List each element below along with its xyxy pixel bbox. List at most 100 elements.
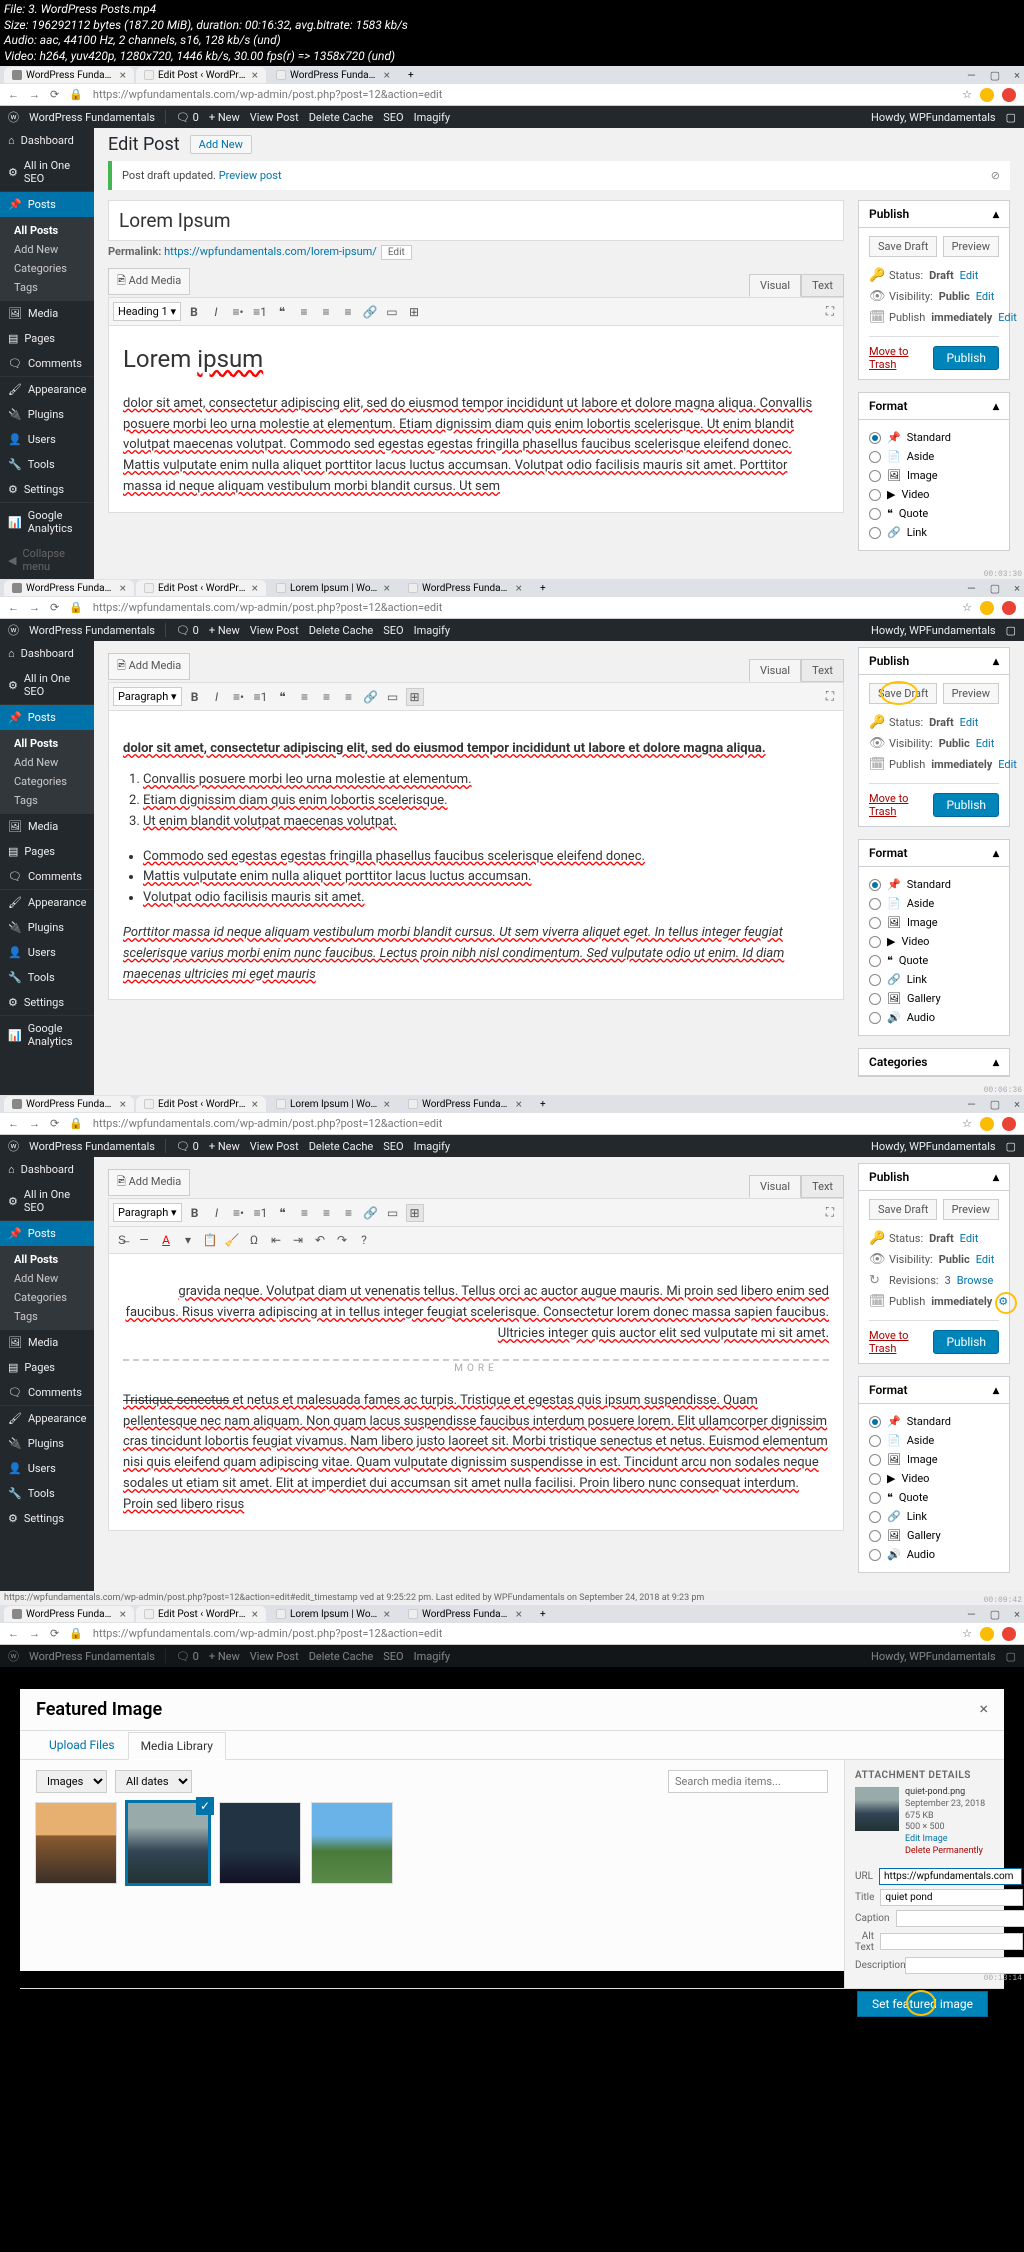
visual-editor[interactable]: gravida neque. Volutpat diam ut venenati… [108,1254,844,1530]
visual-editor[interactable]: Lorem ipsum dolor sit amet, consectetur … [108,326,844,512]
close-icon[interactable]: × [1014,69,1020,82]
save-draft-button[interactable]: Save Draft [869,236,937,257]
sidebar-item-users[interactable]: 👤Users [0,427,94,452]
edit-date-button[interactable]: ⚙ [998,1295,1008,1308]
sidebar-item-pages[interactable]: ▤Pages [0,326,94,351]
sidebar-sub-add-new[interactable]: Add New [14,240,94,259]
sidebar-item-media[interactable]: 🖼Media [0,301,94,326]
new-menu[interactable]: + New [209,111,240,124]
format-link[interactable]: 🔗Link [869,523,999,542]
wp-logo-icon[interactable]: ⓦ [8,109,19,125]
media-library-tab[interactable]: Media Library [128,1732,226,1760]
visual-editor[interactable]: dolor sit amet, consectetur adipiscing e… [108,711,844,1000]
sidebar-sub-categories[interactable]: Categories [14,259,94,278]
edit-permalink-button[interactable]: Edit [381,245,412,260]
bold-icon[interactable]: B [185,303,203,321]
more-icon[interactable]: ▭ [383,303,401,321]
view-post-link[interactable]: View Post [250,111,299,124]
bullet-list-icon[interactable]: ≡• [229,303,247,321]
sidebar-item-seo[interactable]: ⚙All in One SEO [0,153,94,192]
delete-cache-link[interactable]: Delete Cache [309,111,374,124]
minimize-icon[interactable]: — [967,69,976,82]
fullscreen-icon[interactable]: ⛶ [821,303,839,321]
avatar[interactable]: ▢ [1006,111,1016,124]
browse-revisions-link[interactable]: Browse [957,1274,994,1287]
toggle-row-icon[interactable]: ⊞ [405,303,423,321]
sidebar-item-dashboard[interactable]: ⌂Dashboard [0,128,94,153]
edit-date-link[interactable]: Edit [998,311,1017,324]
upload-files-tab[interactable]: Upload Files [36,1731,128,1759]
sidebar-item-collapse[interactable]: ◀Collapse menu [0,541,94,579]
sidebar-sub-all-posts[interactable]: All Posts [14,221,94,240]
sidebar-item-posts[interactable]: 📌Posts [0,705,94,730]
sidebar-item-appearance[interactable]: 🖌Appearance [0,377,94,402]
preview-button[interactable]: Preview [943,236,999,257]
browser-tab[interactable]: Edit Post ‹ WordPress Fundame…× [136,67,266,83]
toggle-icon[interactable]: ▴ [993,399,999,413]
italic-icon[interactable]: I [207,303,225,321]
type-filter[interactable]: Images [36,1770,107,1793]
sidebar-item-dashboard[interactable]: ⌂Dashboard [0,641,94,666]
format-aside[interactable]: 📄Aside [869,447,999,466]
post-title-input[interactable]: Lorem Ipsum [108,200,844,241]
site-name[interactable]: WordPress Fundamentals [29,111,155,124]
format-video[interactable]: ▶Video [869,485,999,504]
sidebar-item-seo[interactable]: ⚙All in One SEO [0,666,94,705]
profile-icon[interactable] [1002,88,1016,102]
align-center-icon[interactable]: ≡ [317,303,335,321]
number-list-icon[interactable]: ≡1 [251,303,269,321]
star-icon[interactable]: ☆ [962,88,972,101]
format-select[interactable]: Heading 1 ▾ [113,302,181,321]
browser-tab[interactable]: WordPress Fundamentals | Lear…× [400,580,530,596]
caption-field[interactable] [896,1910,1024,1927]
add-media-button[interactable]: 🖻 Add Media [108,653,190,680]
maximize-icon[interactable]: ▢ [990,69,1000,82]
visual-tab[interactable]: Visual [749,274,801,297]
seo-menu[interactable]: SEO [383,111,403,124]
ext-icon[interactable] [980,88,994,102]
back-icon[interactable]: ← [8,88,19,101]
comments-icon[interactable]: 🗨 0 [176,111,199,124]
quote-icon[interactable]: ❝ [273,303,291,321]
strike-icon[interactable]: S̶ [113,1231,131,1249]
forward-icon[interactable]: → [29,601,40,614]
add-new-button[interactable]: Add New [190,135,252,154]
imagify-menu[interactable]: Imagify [414,111,451,124]
format-select[interactable]: Paragraph ▾ [113,687,182,706]
forward-icon[interactable]: → [29,88,40,101]
move-to-trash-link[interactable]: Move to Trash [869,345,933,371]
toggle-icon[interactable]: ▴ [993,207,999,221]
address-bar[interactable]: https://wpfundamentals.com/wp-admin/post… [93,601,952,614]
wp-logo-icon[interactable]: ⓦ [8,622,19,638]
browser-tab[interactable]: WordPress Fundamentals | Lear…× [268,67,398,83]
save-draft-button[interactable]: Save Draft [869,683,937,704]
media-thumbnail[interactable] [36,1803,116,1883]
alt-text-field[interactable] [880,1933,1023,1950]
format-standard[interactable]: 📌Standard [869,428,999,447]
reload-icon[interactable]: ⟳ [50,601,59,614]
search-input[interactable] [668,1770,828,1793]
preview-button[interactable]: Preview [943,683,999,704]
sidebar-item-posts[interactable]: 📌Posts [0,192,94,217]
add-media-button[interactable]: 🖻 Add Media [108,268,190,295]
browser-tab[interactable]: Lorem Ipsum | WordPress Funda…× [268,580,398,596]
set-featured-image-button[interactable]: Set featured image [857,1991,988,2017]
media-thumbnail[interactable] [220,1803,300,1883]
sidebar-sub-tags[interactable]: Tags [14,278,94,297]
dismiss-icon[interactable]: ⊘ [991,169,1000,182]
text-tab[interactable]: Text [801,274,844,297]
media-thumbnail[interactable] [312,1803,392,1883]
reload-icon[interactable]: ⟳ [50,88,59,101]
edit-visibility-link[interactable]: Edit [976,290,995,303]
new-tab-button[interactable]: + [532,580,552,596]
link-icon[interactable]: 🔗 [361,303,379,321]
close-icon[interactable]: × [979,1699,988,1720]
url-field[interactable] [879,1868,1022,1885]
publish-button[interactable]: Publish [933,346,999,370]
browser-tab[interactable]: Edit Post ‹ WordPress Fundame…× [136,580,266,596]
delete-permanently-link[interactable]: Delete Permanently [905,1846,985,1858]
sidebar-item-settings[interactable]: ⚙Settings [0,477,94,503]
align-right-icon[interactable]: ≡ [339,303,357,321]
preview-post-link[interactable]: Preview post [219,169,282,182]
howdy-menu[interactable]: Howdy, WPFundamentals [871,111,996,124]
